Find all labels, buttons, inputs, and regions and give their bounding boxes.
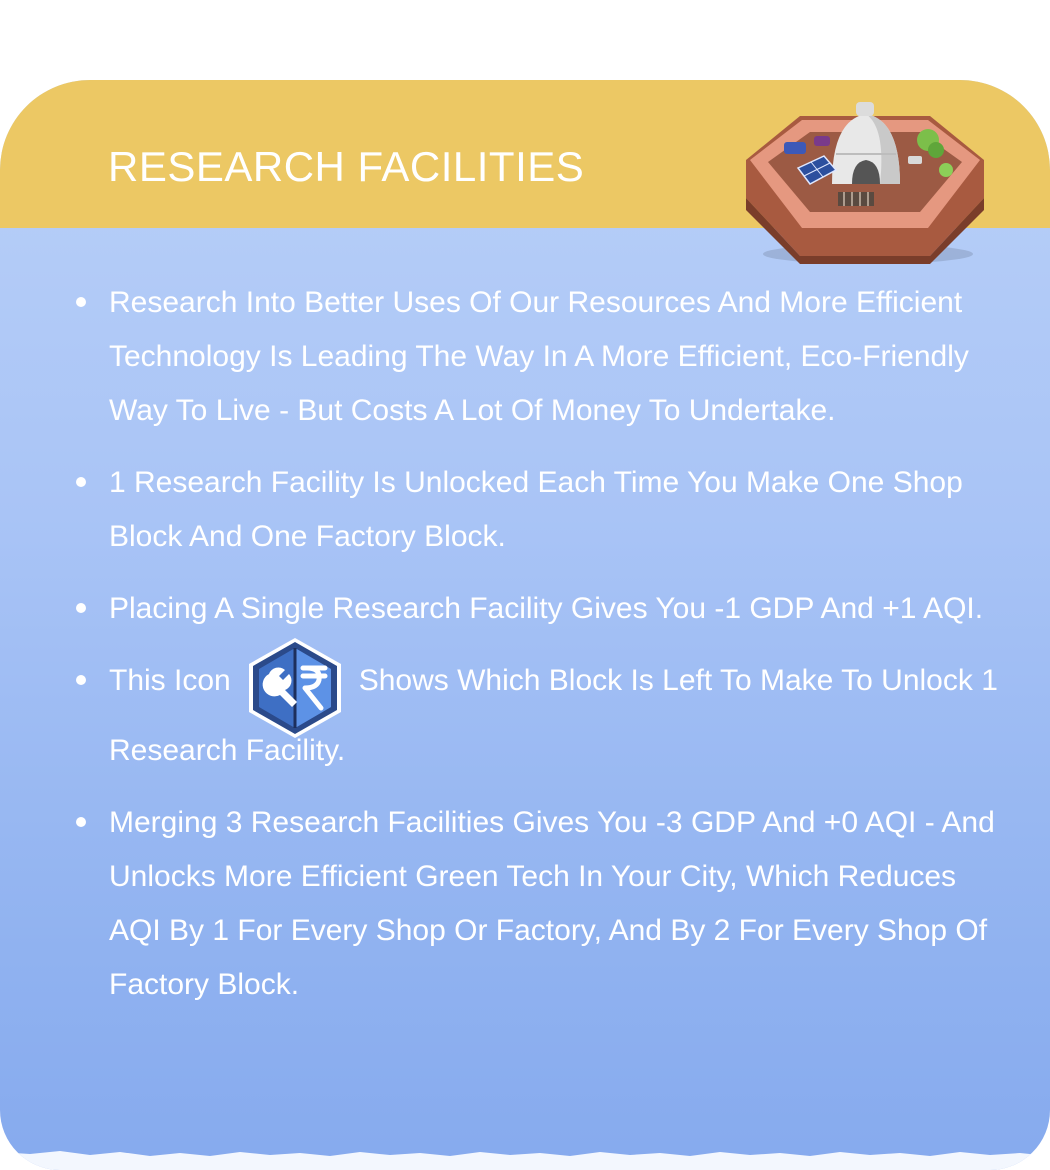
bullet-text-before-icon: This Icon — [109, 664, 231, 697]
wrench-rupee-hexagon-icon — [248, 638, 341, 738]
bullet-dot — [76, 477, 86, 487]
bullet-text: Merging 3 Research Facilities Gives You … — [109, 806, 995, 1001]
bullet-dot — [76, 603, 86, 613]
list-item: Placing A Single Research Facility Gives… — [70, 582, 1000, 636]
torn-bottom-edge — [0, 1151, 1050, 1170]
bullet-dot — [76, 675, 86, 685]
research-facilities-card: RESEARCH FACILITIES Research Into Better… — [0, 80, 1050, 1170]
list-item: Merging 3 Research Facilities Gives You … — [70, 796, 1000, 1012]
bullet-dot — [76, 817, 86, 827]
bullet-text-after-icon: Shows Which Block Is Left To Make To Unl… — [109, 664, 998, 767]
card-title: RESEARCH FACILITIES — [108, 143, 585, 190]
list-item: Research Into Better Uses Of Our Resourc… — [70, 276, 1000, 438]
bullet-text: Research Into Better Uses Of Our Resourc… — [109, 286, 969, 427]
bullet-dot — [76, 297, 86, 307]
bullet-text: Placing A Single Research Facility Gives… — [109, 592, 984, 625]
bullet-text: 1 Research Facility Is Unlocked Each Tim… — [109, 466, 963, 553]
list-item: This Icon Shows Which Block Is Left To M… — [70, 638, 1000, 778]
research-facility-image — [746, 102, 984, 264]
list-item: 1 Research Facility Is Unlocked Each Tim… — [70, 456, 1000, 564]
rules-list: Research Into Better Uses Of Our Resourc… — [70, 276, 1000, 1030]
